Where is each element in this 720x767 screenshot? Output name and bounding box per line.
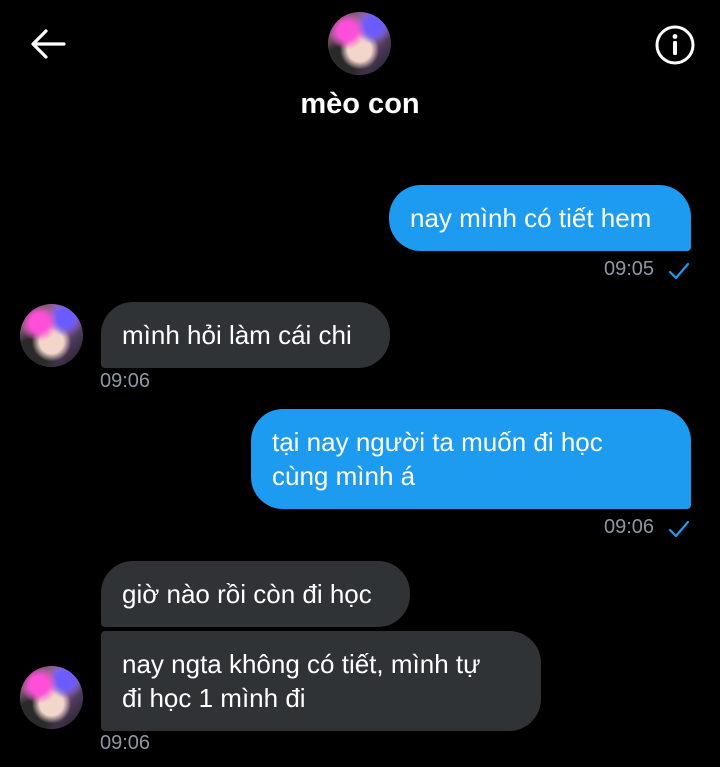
message-text-line: tại nay người ta muốn đi học	[272, 427, 603, 457]
arrow-left-icon	[31, 29, 66, 59]
message-timestamp: 09:06	[100, 732, 151, 754]
sent-message-bubble[interactable]: nay mình có tiết hem	[389, 185, 691, 251]
avatar-image	[328, 12, 391, 75]
conversation-title: mèo con	[300, 88, 420, 120]
message-timestamp: 09:06	[604, 516, 655, 538]
check-icon	[668, 262, 690, 280]
sender-avatar[interactable]	[20, 304, 83, 367]
avatar-image	[20, 666, 83, 729]
message-timestamp: 09:05	[604, 258, 655, 280]
received-message-bubble[interactable]: mình hỏi làm cái chi	[101, 302, 390, 368]
info-button[interactable]	[654, 24, 696, 66]
message-text: mình hỏi làm cái chi	[122, 320, 352, 350]
sender-avatar[interactable]	[20, 666, 83, 729]
received-message-bubble[interactable]: giờ nào rồi còn đi học	[101, 561, 410, 627]
message-text-line: đi học 1 mình đi	[122, 683, 306, 713]
received-message-bubble[interactable]: nay ngta không có tiết, mình tự đi học 1…	[101, 631, 541, 731]
check-icon	[668, 520, 690, 538]
message-text: nay mình có tiết hem	[410, 203, 652, 233]
back-button[interactable]	[28, 24, 68, 64]
info-icon	[655, 25, 695, 65]
sent-message-bubble[interactable]: tại nay người ta muốn đi học cùng mình á	[251, 409, 691, 509]
message-text-line: nay ngta không có tiết, mình tự	[122, 649, 481, 679]
header-avatar[interactable]	[328, 12, 391, 75]
avatar-image	[20, 304, 83, 367]
message-timestamp: 09:06	[100, 370, 151, 392]
message-text-line: cùng mình á	[272, 461, 416, 491]
message-text: giờ nào rồi còn đi học	[122, 579, 372, 609]
